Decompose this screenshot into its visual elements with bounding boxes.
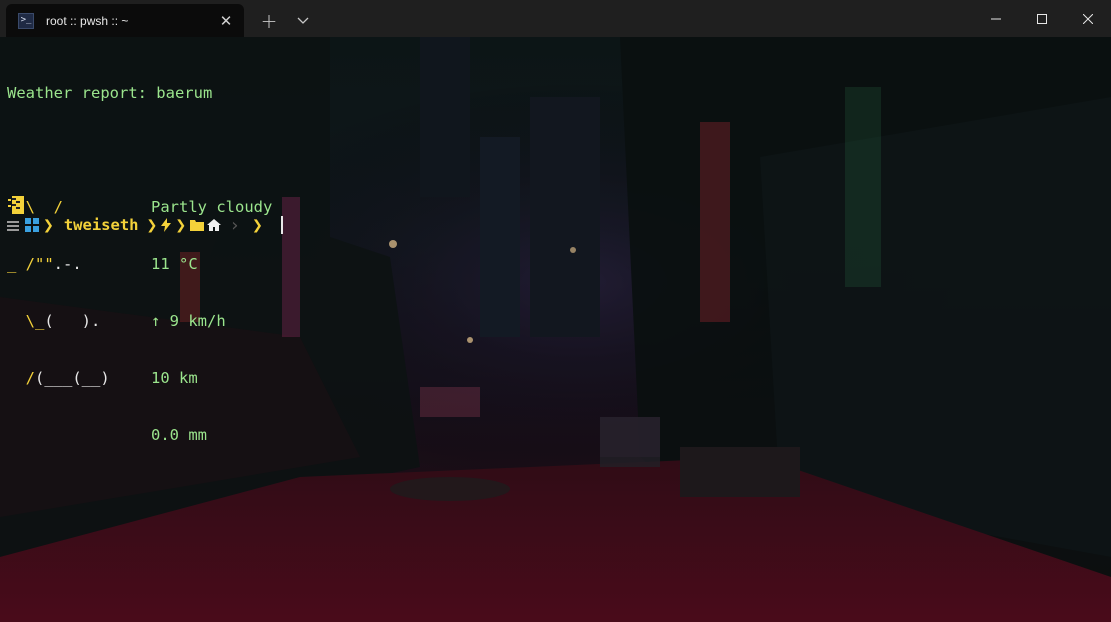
- prompt-separator: ›: [229, 214, 241, 236]
- minimize-button[interactable]: [973, 0, 1019, 37]
- prompt-char: ❯: [252, 214, 263, 236]
- new-tab-button[interactable]: +: [252, 4, 286, 37]
- maximize-button[interactable]: [1019, 0, 1065, 37]
- hamburger-icon: [7, 221, 19, 231]
- prompt-separator: ❯: [175, 214, 187, 236]
- weather-visibility: 10 km: [151, 369, 198, 387]
- home-icon: [207, 219, 222, 231]
- maximize-icon: [1037, 13, 1047, 24]
- weather-row: _ /"".-. 11 °C: [7, 255, 272, 274]
- weather-art-cloud: .-.: [53, 255, 82, 273]
- tab-active[interactable]: >_ root :: pwsh :: ~ ✕: [6, 4, 244, 37]
- tab-title: root :: pwsh :: ~: [46, 13, 129, 28]
- weather-art-line: \_( ).: [7, 312, 101, 330]
- text-cursor: [280, 216, 283, 234]
- close-window-button[interactable]: [1065, 0, 1111, 37]
- weather-row: /(___(__) 10 km: [7, 369, 272, 388]
- weather-row: 0.0 mm: [7, 426, 272, 445]
- weather-header: Weather report: baerum: [7, 84, 213, 102]
- shell-prompt: ❯ tweiseth ❯ ❯ › ❯: [7, 212, 283, 238]
- weather-temperature: 11 °C: [151, 255, 198, 273]
- weather-wind: ↑ 9 km/h: [151, 312, 226, 330]
- terminal-pane[interactable]: Weather report: baerum \ / Partly cloudy…: [0, 37, 1111, 622]
- title-bar: >_ root :: pwsh :: ~ ✕ +: [0, 0, 1111, 37]
- terminal-output: Weather report: baerum \ / Partly cloudy…: [7, 46, 272, 483]
- powershell-icon: >_: [18, 12, 34, 29]
- weather-art-line: _ /"".-.: [7, 255, 82, 273]
- close-icon: [1083, 13, 1093, 24]
- tab-dropdown-button[interactable]: [286, 4, 320, 37]
- window-controls: [973, 0, 1111, 37]
- weather-art-line: /(___(__): [7, 369, 110, 387]
- close-tab-button[interactable]: ✕: [216, 11, 236, 31]
- prompt-username: tweiseth: [63, 216, 139, 234]
- weather-art-line: [7, 426, 151, 445]
- folder-icon: [190, 220, 205, 231]
- lightning-icon: [161, 218, 172, 232]
- prompt-separator: ❯: [146, 214, 158, 236]
- chevron-down-icon: [297, 17, 309, 24]
- weather-precipitation: 0.0 mm: [151, 426, 207, 444]
- windows-icon: [25, 218, 39, 232]
- minimize-icon: [991, 18, 1001, 19]
- prompt-separator: ❯: [43, 214, 54, 236]
- terminal-window: >_ root :: pwsh :: ~ ✕ + Weather report:…: [0, 0, 1111, 622]
- weather-row: \_( ). ↑ 9 km/h: [7, 312, 272, 331]
